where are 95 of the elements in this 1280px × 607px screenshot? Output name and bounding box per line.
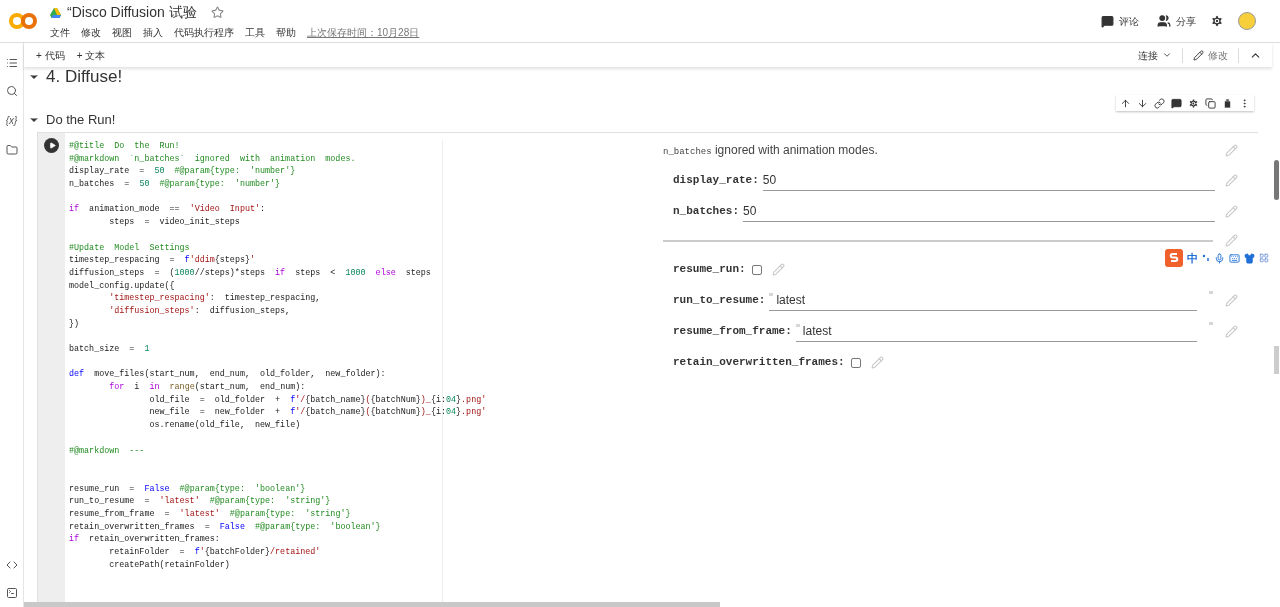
menu-item[interactable]: 视图 [112,25,132,40]
code-icon[interactable] [5,559,18,571]
quote-mark-icon [769,292,774,296]
input-mode-toggle[interactable]: 中 [1187,249,1198,267]
scrollbar-thumb[interactable] [1273,346,1279,374]
code-line: if retain_overwritten_frames: [69,533,220,546]
cell-title: Do the Run! [46,111,116,130]
code-line: #@markdown `n_batches` ignored with animation modes. [69,152,356,166]
drive-icon [50,7,61,18]
notebook-title[interactable]: “Disco Diffusion 试验 [67,2,197,23]
code-line: retain_overwritten_frames = False #@param{type: 'boolean'} [69,520,381,534]
table-of-contents-icon[interactable] [5,57,18,69]
microphone-icon[interactable] [1214,252,1225,264]
terminal-icon[interactable] [5,587,18,599]
edit-mode-button[interactable]: 修改 [1183,47,1239,63]
horizontal-scrollbar[interactable] [24,602,720,607]
code-line: display_rate = 50 #@param{type: 'number'} [69,165,296,179]
code-line: n_batches = 50 #@param{type: 'number'} [69,178,281,191]
text-field[interactable]: latest [769,290,1197,311]
code-line: 'diffusion_steps': diffusion_steps, [108,304,291,318]
code-line: 'timestep_respacing': timestep_respacing, [108,292,321,305]
last-saved-link[interactable]: 上次保存时间：10月28日 [307,25,420,40]
code-line: #@markdown --- [69,444,145,458]
people-icon [1157,14,1171,28]
folder-icon[interactable] [5,144,18,156]
code-line: retainFolder = f'{batchFolder}/retained' [108,546,321,559]
logo-icon[interactable] [8,12,38,30]
sogou-logo-icon[interactable] [1165,249,1183,267]
quote-mark-icon [1209,291,1213,294]
menu-item[interactable]: 插入 [143,25,163,40]
star-icon[interactable] [210,6,224,19]
code-line: if animation_mode == 'Video Input': [69,203,266,217]
menu-item[interactable]: 文件 [50,25,70,40]
code-line: batch_size = 1 [69,343,150,356]
move-down-icon[interactable] [1137,97,1148,109]
search-icon[interactable] [5,85,18,97]
field-label: display_rate: [673,173,759,189]
text-field[interactable]: 50 [762,170,1215,191]
code-line: def move_files(start_num, end_num, old_folder, new_folder): [69,368,386,382]
quote-mark-icon [795,323,800,327]
code-line: #Update Model Settings [69,241,190,255]
field-label: run_to_resume: [673,293,766,309]
code-line: new_file = new_folder + f'/{batch_name}({batchNum})_{i:04}.png' [148,406,487,420]
punctuation-icon[interactable] [1202,254,1210,262]
field-label: n_batches: [673,204,739,220]
code-line: os.rename(old_file, new_file) [148,419,301,432]
settings-icon[interactable] [1210,14,1224,28]
share-button[interactable]: 分享 [1157,13,1196,29]
scrollbar-thumb[interactable] [1273,160,1279,200]
play-icon [48,142,56,149]
code-line: steps = video_init_steps [108,216,240,229]
delete-icon[interactable] [1222,97,1233,109]
code-line: #@title Do the Run! [69,140,180,153]
keyboard-icon[interactable] [1229,252,1240,264]
code-line: resume_run = False #@param{type: 'boolean'} [69,482,306,496]
code-line: }) [69,317,80,331]
comment-icon[interactable] [1171,97,1182,109]
code-line: diffusion_steps = (1000//steps)*steps if steps < 1000 else steps [69,266,431,280]
code-line: for i in range(start_num, end_num): [108,381,306,394]
code-line: createPath(retainFolder) [108,558,230,572]
code-line: old_file = old_folder + f'/{batch_name}({batchNum})_{i:04}.png' [148,393,487,407]
code-line: resume_from_frame = 'latest' #@param{type: 'string'} [69,507,351,521]
connect-button[interactable]: 连接 [1138,47,1183,63]
field-label: resume_from_frame: [673,324,792,340]
checkbox[interactable] [751,264,762,275]
text-field[interactable]: latest [795,321,1197,342]
run-button[interactable] [44,138,59,153]
quote-mark-icon [1209,322,1213,325]
comment-button[interactable]: 评论 [1101,13,1139,29]
grid-icon[interactable] [1259,253,1269,263]
comment-icon [1101,14,1114,28]
move-up-icon[interactable] [1120,97,1131,109]
add-text-button[interactable]: + 文本 [76,47,106,63]
variables-icon[interactable]: {x} [5,113,18,128]
section-heading: 4. Diffuse! [46,69,123,85]
code-line: run_to_resume = 'latest' #@param{type: 'string'} [69,495,331,508]
field-label: retain_overwritten_frames: [673,355,845,371]
shirt-icon[interactable] [1244,252,1255,264]
text-field[interactable]: 50 [743,201,1215,222]
copy-icon[interactable] [1205,97,1216,109]
settings-icon[interactable] [1188,97,1199,109]
field-label: resume_run: [673,262,746,278]
code-line: timestep_respacing = f'ddim{steps}' [69,254,255,267]
menu-item[interactable]: 修改 [81,25,101,40]
code-line: model_config.update({ [69,279,175,293]
menu-item[interactable]: 帮助 [276,25,296,40]
caret-icon [1162,50,1172,60]
form-description: n_batches ignored with animation modes. [663,141,879,159]
checkbox[interactable] [850,357,861,368]
menu-item[interactable]: 代码执行程序 [174,25,234,40]
avatar[interactable] [1238,12,1256,30]
link-icon[interactable] [1154,97,1165,109]
menu-item[interactable]: 工具 [245,25,265,40]
add-code-button[interactable]: + 代码 [36,47,65,63]
pencil-icon [1193,49,1204,61]
